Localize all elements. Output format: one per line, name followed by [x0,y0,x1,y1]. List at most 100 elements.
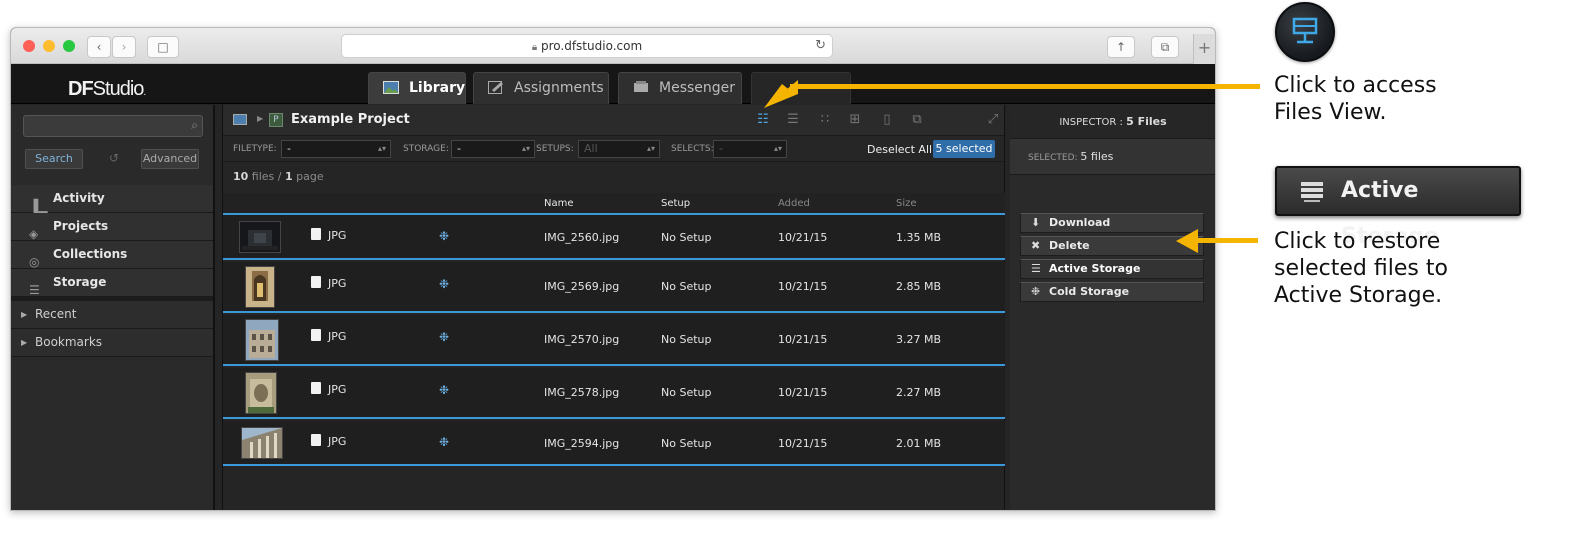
updown-icon: ▴▾ [773,144,782,153]
setups-select[interactable]: All ▴▾ [578,140,660,158]
file-name: IMG_2594.jpg [544,437,620,450]
sidebar-group-label: Bookmarks [35,335,103,349]
file-thumbnail[interactable] [245,372,277,414]
inspector-title-prefix: INSPECTOR : [1059,117,1127,128]
selects-select[interactable]: - ▴▾ [713,140,787,158]
filetype-value: - [287,142,291,155]
file-count-label: files / [248,170,285,183]
address-text: pro.dfstudio.com [540,39,643,53]
storage-select[interactable]: - ▴▾ [451,140,535,158]
file-setup: No Setup [661,386,712,399]
table-row[interactable]: JPG ❉ IMG_2594.jpg No Setup 10/21/15 2.0… [223,421,1005,466]
single-view-icon[interactable]: ▯ [879,113,895,127]
files-view-callout-icon [1275,2,1335,62]
project-title[interactable]: Example Project [291,112,410,127]
restore-note-line: Active Storage. [1274,283,1443,308]
file-thumbnail[interactable] [241,427,283,459]
active-storage-button[interactable]: ☰ Active Storage [1020,259,1204,279]
file-type-icon [311,382,321,394]
restore-note-line: Click to restore [1274,229,1441,254]
page-count-number: 1 [285,170,293,183]
file-type-icon [311,329,321,341]
cold-storage-button[interactable]: ❉ Cold Storage [1020,282,1204,302]
new-tab-button[interactable]: + [1193,34,1215,64]
file-thumbnail[interactable] [239,221,281,253]
active-storage-icon [1301,182,1323,202]
arrow-head-icon [1176,229,1198,253]
sidebar-group-bookmarks[interactable]: ▶ Bookmarks [11,329,213,357]
file-count: 10 files / 1 page [233,170,324,183]
grid-view-icon[interactable]: ⊞ [847,113,863,127]
zoom-window-button[interactable] [63,40,75,52]
cold-storage-label: Cold Storage [1049,285,1130,298]
list-view-icon[interactable]: ☰ [785,113,801,127]
column-header-setup[interactable]: Setup [661,198,690,209]
share-icon[interactable]: ↑ [1107,36,1135,58]
expand-triangle-icon: ▶ [21,310,28,319]
tabs-overview-icon[interactable]: ⧉ [1151,36,1179,58]
file-size: 2.01 MB [896,437,942,450]
table-row[interactable]: JPG ❉ IMG_2570.jpg No Setup 10/21/15 3.2… [223,315,1005,366]
column-header-name[interactable]: Name [544,198,574,209]
file-thumbnail[interactable] [245,319,279,361]
file-name: IMG_2569.jpg [544,280,620,293]
file-thumbnail[interactable] [245,266,275,308]
address-bar[interactable]: 🔒︎ pro.dfstudio.com ↻ [341,34,833,58]
search-button[interactable]: Search [25,149,83,169]
tab-assignments[interactable]: Assignments [473,72,609,104]
table-row[interactable]: JPG ❉ IMG_2569.jpg No Setup 10/21/15 2.8… [223,262,1005,313]
file-type: JPG [328,330,347,343]
tab-library[interactable]: Library [368,72,466,104]
dfstudio-logo[interactable]: DFStudio. [68,78,146,101]
compare-view-icon[interactable]: ⧉ [909,113,925,127]
sidebar-item-activity[interactable]: ▐▁ Activity [11,185,213,213]
files-view-note-line: Files View. [1274,100,1387,125]
tab-messenger[interactable]: Messenger [618,72,742,104]
sidebar-group-recent[interactable]: ▶ Recent [11,301,213,329]
back-icon[interactable]: ‹ [87,36,111,58]
inspector-selected-value: 5 files [1080,150,1114,163]
sidebar-item-projects[interactable]: ◈ Projects [11,213,213,241]
sidebar-item-collections[interactable]: ◎ Collections [11,241,213,269]
file-type: JPG [328,277,347,290]
filetype-select[interactable]: - ▴▾ [281,140,391,158]
table-header: Name Setup Added Size [223,193,1005,215]
storage-value: - [457,142,461,155]
image-icon [383,81,399,94]
forward-icon[interactable]: › [112,36,136,58]
search-icon: ⌕ [191,118,198,132]
files-view-note-line: Click to access [1274,73,1437,98]
sidebar-toggle-icon[interactable]: □ [147,36,179,58]
tab-assignments-label: Assignments [514,80,604,96]
selected-count-badge[interactable]: 5 selected [933,140,995,158]
advanced-search-button[interactable]: Advanced [141,149,199,169]
table-row[interactable]: JPG ❉ IMG_2578.jpg No Setup 10/21/15 2.2… [223,368,1005,419]
delete-label: Delete [1049,239,1090,252]
inspector-selected-label: SELECTED: [1028,153,1081,163]
column-header-added[interactable]: Added [778,198,810,209]
file-added: 10/21/15 [778,280,828,293]
small-grid-view-icon[interactable]: ∷ [817,113,833,127]
minimize-window-button[interactable] [43,40,55,52]
deselect-all-link[interactable]: Deselect All | [867,143,939,156]
reload-icon[interactable]: ↻ [815,35,826,57]
active-storage-callout-button: Active Storage [1275,166,1521,249]
lock-icon: 🔒︎ [531,42,538,53]
messenger-icon [634,81,648,92]
files-view-icon[interactable]: ☷ [755,113,771,127]
fullscreen-icon[interactable]: ⤢ [985,113,1001,127]
sidebar-item-label: Activity [53,191,105,205]
column-header-size[interactable]: Size [896,198,917,209]
table-row[interactable]: JPG ❉ IMG_2560.jpg No Setup 10/21/15 1.3… [223,215,1005,260]
active-storage-status-icon: ❉ [439,330,450,344]
project-icon: P [269,113,283,127]
updown-icon: ▴▾ [377,144,386,153]
sidebar-item-storage[interactable]: ☰ Storage [11,269,213,297]
file-added: 10/21/15 [778,437,828,450]
search-input[interactable]: ⌕ [23,115,203,137]
sidebar-nav: ▐▁ Activity ◈ Projects ◎ Collections ☰ S… [11,185,213,357]
reset-icon[interactable]: ↺ [109,151,119,165]
restore-note: Click to restore selected files to Activ… [1274,228,1448,309]
close-window-button[interactable] [23,40,35,52]
storage-icon: ☰ [29,283,40,297]
